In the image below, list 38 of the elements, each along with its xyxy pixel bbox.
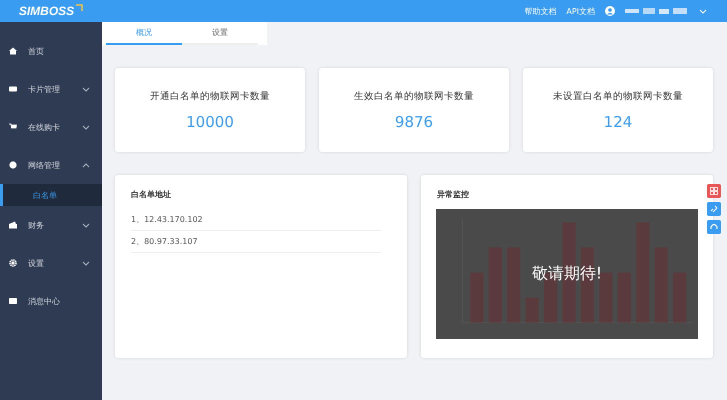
stat-value: 10000 (186, 112, 234, 130)
card-title: 白名单地址 (131, 189, 172, 200)
sidebar-item[interactable]: 财务 (0, 206, 102, 244)
chart-bar (470, 272, 484, 323)
sidebar-item[interactable]: 在线购卡 (0, 108, 102, 146)
card-icon (9, 85, 17, 93)
headset-icon[interactable] (707, 220, 721, 234)
tab[interactable]: 设置 (182, 22, 258, 45)
logo-mark-icon (75, 4, 84, 12)
wallet-icon (9, 221, 17, 229)
chart-bar (599, 272, 612, 323)
grid-icon[interactable] (707, 184, 721, 198)
user-icon[interactable] (605, 6, 615, 16)
stat-value: 9876 (394, 112, 434, 130)
logo: SIMBOSS (18, 4, 74, 18)
sidebar-item[interactable]: 网络管理 (0, 146, 102, 184)
blurred-username-drawing (625, 7, 689, 15)
chart-bar (673, 272, 686, 323)
coming-soon-text: 敬请期待! (532, 264, 602, 284)
stat-label: 生效白名单的物联网卡数量 (354, 90, 474, 102)
sidebar-item[interactable]: 消息中心 (0, 282, 102, 320)
home-icon (9, 47, 17, 55)
sidebar-subitem[interactable]: 白名单 (0, 184, 102, 206)
sidebar-item[interactable]: 设置 (0, 244, 102, 282)
stat-value: 124 (604, 112, 632, 130)
stat-label: 开通白名单的物联网卡数量 (150, 90, 270, 102)
link-icon[interactable] (707, 202, 721, 216)
address-row: 2、80.97.33.107 (131, 231, 381, 253)
gear-icon (9, 259, 17, 267)
cart-icon (9, 123, 17, 131)
chart-bar (526, 298, 539, 323)
address-row: 1、12.43.170.102 (131, 209, 381, 231)
stat-label: 未设置白名单的物联网卡数量 (553, 90, 683, 102)
sidebar-item[interactable]: 首页 (0, 32, 102, 70)
card-title: 异常监控 (437, 189, 470, 200)
chart-bar (618, 272, 631, 323)
chevron-down-icon[interactable] (699, 8, 707, 14)
sidebar-item[interactable]: 卡片管理 (0, 70, 102, 108)
